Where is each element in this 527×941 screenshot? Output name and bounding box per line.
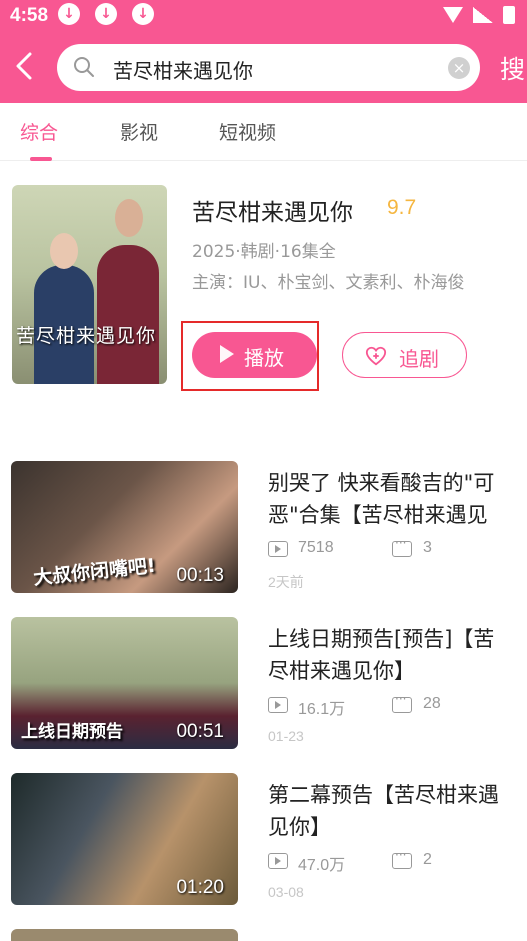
feature-poster[interactable]: 苦尽柑来遇见你: [12, 185, 167, 384]
video-title[interactable]: 别哭了 快来看酸吉的"可 恶"合集【苦尽柑来遇见: [268, 467, 527, 531]
comment-count: 3: [423, 539, 432, 556]
comment-icon: [392, 848, 412, 869]
video-stats: 47.0万 2: [268, 848, 527, 874]
clear-icon[interactable]: ×: [448, 57, 470, 79]
video-thumbnail[interactable]: 上线日期预告 00:51: [11, 617, 238, 749]
battery-icon: [503, 6, 515, 24]
follow-button[interactable]: 追剧: [342, 332, 467, 378]
follow-label: 追剧: [399, 347, 439, 371]
video-thumbnail[interactable]: [11, 929, 238, 941]
video-title[interactable]: 第二幕预告【苦尽柑来遇 见你】: [268, 779, 527, 843]
download-icon: ↓: [58, 3, 80, 25]
video-list-item[interactable]: 大叔你闭嘴吧! 00:13 别哭了 快来看酸吉的"可 恶"合集【苦尽柑来遇见 7…: [0, 461, 527, 606]
search-icon: [74, 57, 94, 77]
feature-meta: 2025·韩剧·16集全: [192, 242, 336, 262]
video-stats: 7518 3: [268, 536, 527, 561]
play-count-icon: [268, 853, 288, 869]
signal-icon: [473, 7, 493, 23]
search-input[interactable]: 苦尽柑来遇见你: [113, 55, 253, 84]
play-button[interactable]: 播放: [192, 332, 317, 378]
thumbnail-caption: 上线日期预告: [21, 722, 123, 742]
status-time: 4:58: [10, 5, 49, 26]
thumbnail-caption: 大叔你闭嘴吧!: [32, 554, 157, 590]
download-icon: ↓: [132, 3, 154, 25]
video-date: 2天前: [268, 574, 304, 590]
search-button[interactable]: 搜: [500, 50, 525, 86]
poster-figure: [97, 245, 159, 384]
video-list-item[interactable]: 01:20 第二幕预告【苦尽柑来遇 见你】 47.0万 2 03-08: [0, 773, 527, 918]
comment-icon: [392, 692, 412, 713]
back-arrow-icon: [16, 52, 32, 80]
play-count-icon: [268, 697, 288, 713]
wifi-icon: [443, 7, 463, 23]
active-tab-indicator: [30, 157, 52, 161]
feature-cast: 主演：IU、朴宝剑、文素利、朴海俊: [192, 273, 465, 293]
video-date: 01-23: [268, 728, 304, 744]
comment-icon: [392, 536, 412, 557]
video-date: 03-08: [268, 884, 304, 900]
tab-film-tv[interactable]: 影视: [120, 118, 158, 145]
download-icon: ↓: [95, 3, 117, 25]
poster-figure: [115, 199, 143, 237]
search-box[interactable]: 苦尽柑来遇见你 ×: [57, 44, 480, 91]
video-thumbnail[interactable]: 01:20: [11, 773, 238, 905]
video-duration: 01:20: [176, 877, 224, 898]
video-duration: 00:13: [176, 565, 224, 586]
status-icons: [443, 6, 515, 24]
play-count: 16.1万: [298, 701, 346, 718]
poster-title: 苦尽柑来遇见你: [16, 325, 157, 347]
video-stats: 16.1万 28: [268, 692, 527, 718]
play-label: 播放: [244, 346, 284, 370]
play-count: 7518: [298, 539, 334, 556]
feature-title[interactable]: 苦尽柑来遇见你: [192, 193, 353, 227]
comment-count: 28: [423, 695, 441, 712]
tab-all[interactable]: 综合: [20, 118, 58, 145]
header: 4:58 ↓ ↓ ↓ 苦尽柑来遇见你 × 搜: [0, 0, 527, 103]
heart-plus-icon: [365, 346, 387, 366]
video-list-item[interactable]: 上线日期预告 00:51 上线日期预告[预告]【苦 尽柑来遇见你】 16.1万 …: [0, 617, 527, 762]
video-thumbnail[interactable]: 大叔你闭嘴吧! 00:13: [11, 461, 238, 593]
back-button[interactable]: [10, 48, 40, 84]
video-duration: 00:51: [176, 721, 224, 742]
play-count-icon: [268, 541, 288, 557]
feature-score: 9.7: [387, 196, 417, 219]
tab-bar: 综合 影视 短视频: [0, 103, 527, 161]
video-title[interactable]: 上线日期预告[预告]【苦 尽柑来遇见你】: [268, 623, 527, 687]
play-icon: [220, 345, 234, 363]
tab-short-video[interactable]: 短视频: [219, 118, 276, 145]
poster-figure: [50, 233, 78, 269]
comment-count: 2: [423, 851, 432, 868]
play-count: 47.0万: [298, 857, 346, 874]
